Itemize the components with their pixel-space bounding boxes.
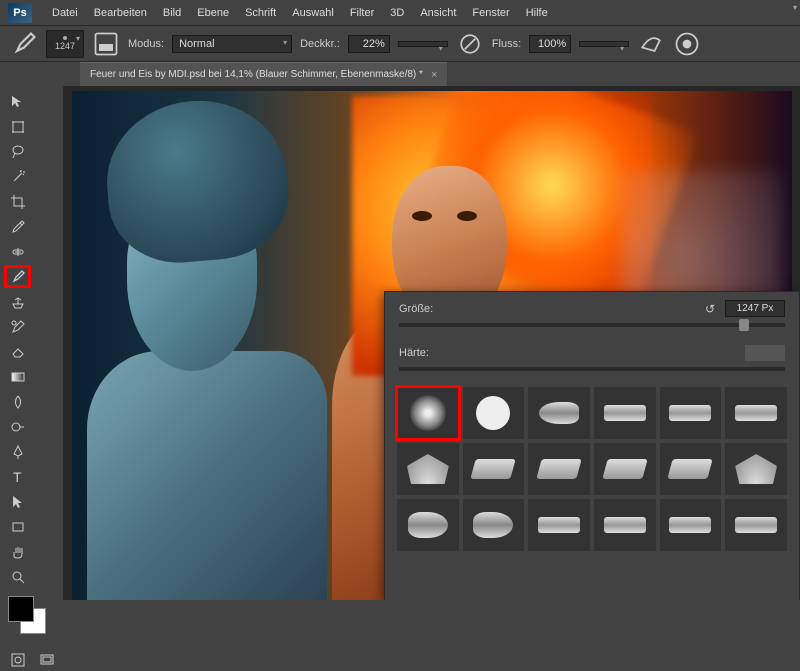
pen-tool[interactable] <box>4 440 31 463</box>
airbrush-icon[interactable] <box>637 33 665 55</box>
brush-hardness-slider[interactable] <box>399 367 785 371</box>
brush-panel-toggle-icon[interactable] <box>92 33 120 55</box>
brush-size-label: Größe: <box>399 303 449 315</box>
brush-tip-flat-7[interactable] <box>725 499 787 551</box>
crop-tool[interactable] <box>4 190 31 213</box>
document-tab[interactable]: Feuer und Eis by MDI.psd bei 14,1% (Blau… <box>80 62 447 86</box>
brush-tip-flat-6[interactable] <box>660 499 722 551</box>
brush-tip-flat-4[interactable] <box>528 499 590 551</box>
brush-tip-flat-2[interactable] <box>660 387 722 439</box>
blur-tool[interactable] <box>4 390 31 413</box>
quick-mask-icon[interactable] <box>4 648 31 671</box>
color-swatches[interactable] <box>4 596 54 636</box>
menu-filter[interactable]: Filter <box>342 5 382 21</box>
brush-tip-angle-3[interactable] <box>594 443 656 495</box>
blend-mode-dropdown[interactable]: Normal <box>172 35 292 53</box>
tools-panel: T <box>0 86 64 600</box>
flow-label: Fluss: <box>492 38 521 50</box>
brush-tip-curve-1[interactable] <box>397 499 459 551</box>
brush-size-slider[interactable] <box>399 323 785 327</box>
menu-window[interactable]: Fenster <box>464 5 517 21</box>
opacity-dropdown[interactable] <box>398 41 448 47</box>
brush-tip-flat-1[interactable] <box>594 387 656 439</box>
document-tab-bar: Feuer und Eis by MDI.psd bei 14,1% (Blau… <box>0 62 800 86</box>
opacity-label: Deckkr.: <box>300 38 340 50</box>
brush-hardness-label: Härte: <box>399 347 449 359</box>
mode-label: Modus: <box>128 38 164 50</box>
brush-tool-indicator-icon[interactable]: ▾ <box>10 33 38 55</box>
brush-tool[interactable] <box>4 265 31 288</box>
brush-tip-curve-2[interactable] <box>463 499 525 551</box>
brush-tip-pointed[interactable] <box>528 387 590 439</box>
path-selection-tool[interactable] <box>4 490 31 513</box>
gradient-tool[interactable] <box>4 365 31 388</box>
flow-dropdown[interactable] <box>579 41 629 47</box>
menu-view[interactable]: Ansicht <box>412 5 464 21</box>
reset-size-icon[interactable]: ↺ <box>705 302 715 316</box>
menu-type[interactable]: Schrift <box>237 5 284 21</box>
healing-brush-tool[interactable] <box>4 240 31 263</box>
brush-tip-flat-5[interactable] <box>594 499 656 551</box>
brush-tip-angle-4[interactable] <box>660 443 722 495</box>
hand-tool[interactable] <box>4 540 31 563</box>
move-tool[interactable] <box>4 90 31 113</box>
brush-size-input[interactable]: 1247 Px <box>725 300 785 317</box>
brush-preset-picker[interactable]: 1247 ▾ <box>46 30 84 58</box>
brush-tip-fan-2[interactable] <box>725 443 787 495</box>
clone-stamp-tool[interactable] <box>4 290 31 313</box>
menu-select[interactable]: Auswahl <box>284 5 342 21</box>
magic-wand-tool[interactable] <box>4 165 31 188</box>
menu-edit[interactable]: Bearbeiten <box>86 5 155 21</box>
brush-size-value: 1247 <box>55 41 75 51</box>
ps-logo: Ps <box>8 3 32 23</box>
brush-tip-hard-round[interactable] <box>463 387 525 439</box>
options-bar: ▾ 1247 ▾ Modus: Normal Deckkr.: 22% Flus… <box>0 26 800 62</box>
menu-help[interactable]: Hilfe <box>518 5 556 21</box>
screen-mode-icon[interactable] <box>33 648 60 671</box>
brush-tip-grid <box>385 381 799 557</box>
brush-tip-angle-1[interactable] <box>463 443 525 495</box>
document-tab-title: Feuer und Eis by MDI.psd bei 14,1% (Blau… <box>90 69 423 80</box>
zoom-tool[interactable] <box>4 565 31 588</box>
eyedropper-tool[interactable] <box>4 215 31 238</box>
opacity-input[interactable]: 22% <box>348 35 390 53</box>
svg-text:T: T <box>13 469 22 485</box>
close-tab-icon[interactable]: × <box>431 69 437 81</box>
menu-image[interactable]: Bild <box>155 5 189 21</box>
brush-tip-soft-round[interactable] <box>397 387 459 439</box>
canvas-area[interactable]: Größe: ↺ 1247 Px Härte: <box>64 86 800 600</box>
menu-3d[interactable]: 3D <box>382 5 412 21</box>
lasso-tool[interactable] <box>4 140 31 163</box>
pressure-opacity-icon[interactable] <box>456 33 484 55</box>
brush-tip-fan[interactable] <box>397 443 459 495</box>
flow-input[interactable]: 100% <box>529 35 571 53</box>
brush-hardness-input[interactable] <box>745 345 785 361</box>
dodge-tool[interactable] <box>4 415 31 438</box>
artboard-tool[interactable] <box>4 115 31 138</box>
history-brush-tool[interactable] <box>4 315 31 338</box>
brush-settings-panel: Größe: ↺ 1247 Px Härte: <box>384 291 800 600</box>
rectangle-tool[interactable] <box>4 515 31 538</box>
menu-layer[interactable]: Ebene <box>189 5 237 21</box>
eraser-tool[interactable] <box>4 340 31 363</box>
type-tool[interactable]: T <box>4 465 31 488</box>
brush-tip-angle-2[interactable] <box>528 443 590 495</box>
brush-tip-flat-3[interactable] <box>725 387 787 439</box>
menu-file[interactable]: Datei <box>44 5 86 21</box>
menu-bar: Ps Datei Bearbeiten Bild Ebene Schrift A… <box>0 0 800 26</box>
pressure-size-icon[interactable] <box>673 33 701 55</box>
